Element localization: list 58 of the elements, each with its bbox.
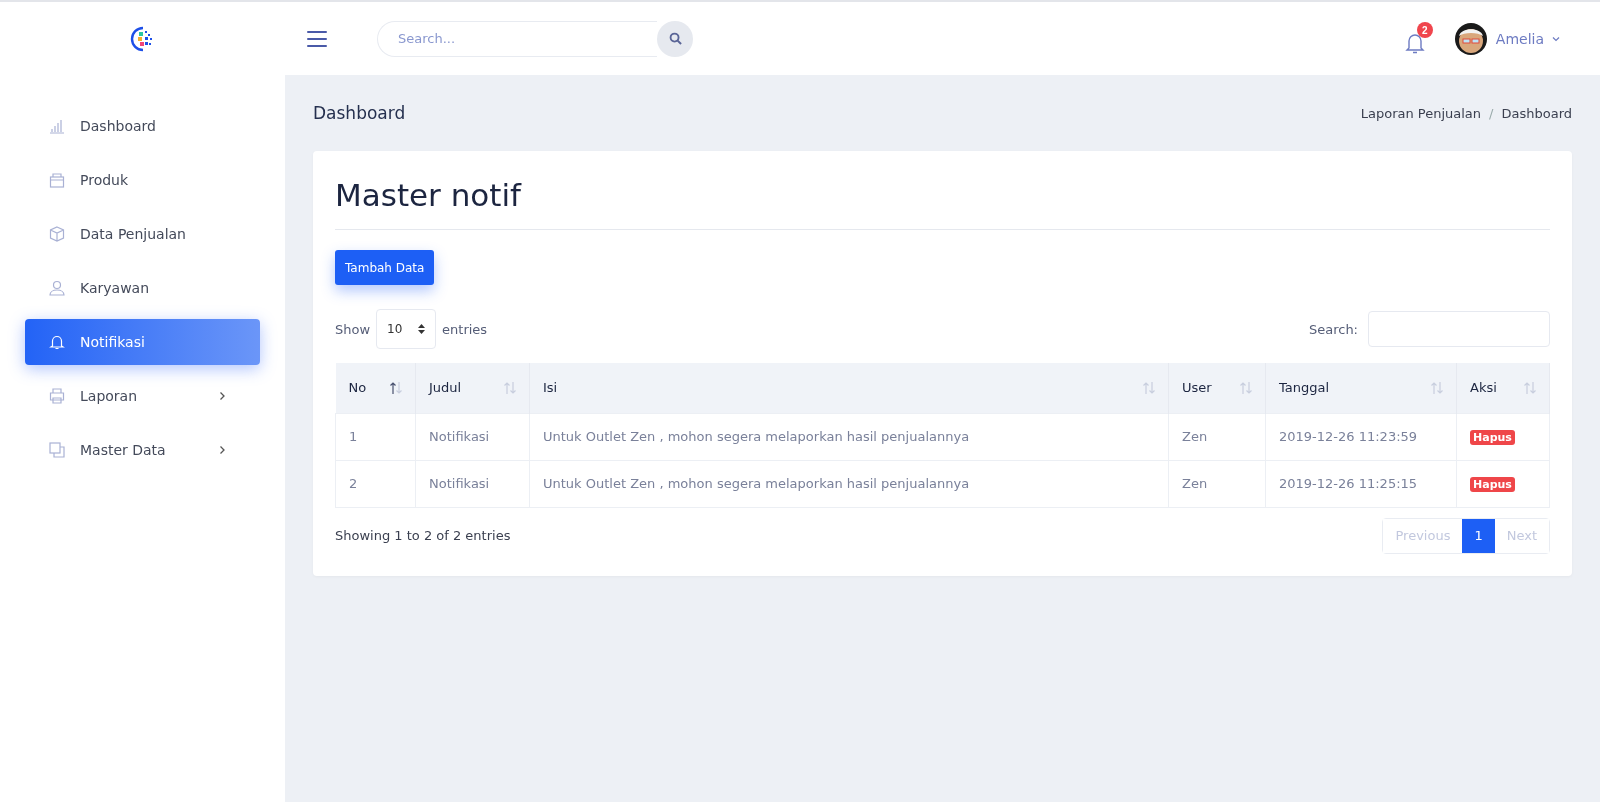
sidebar-item[interactable]: Karyawan — [25, 265, 260, 311]
sidebar-item[interactable]: Produk — [25, 157, 260, 203]
sidebar-item[interactable]: Data Penjualan — [25, 211, 260, 257]
notifications-button[interactable]: 2 — [1403, 22, 1433, 55]
breadcrumb-link[interactable]: Laporan Penjualan — [1360, 105, 1482, 121]
notification-count-badge: 2 — [1416, 22, 1433, 38]
search-button[interactable] — [657, 20, 693, 57]
table-cell: Notifikasi — [415, 413, 530, 460]
column-header[interactable]: Aksi — [1456, 363, 1550, 413]
user-menu-button[interactable]: Amelia — [1453, 21, 1560, 56]
column-header[interactable]: User — [1168, 363, 1266, 413]
box-icon — [49, 226, 65, 242]
column-header[interactable]: Judul — [415, 363, 530, 413]
table-cell: 1 — [335, 413, 416, 460]
table-cell: Zen — [1168, 460, 1266, 507]
page-title: Dashboard — [313, 103, 406, 123]
sidebar-item[interactable]: Notifikasi — [25, 319, 260, 365]
bar-chart-icon — [49, 118, 65, 134]
menu-button[interactable] — [307, 30, 327, 47]
breadcrumb-link[interactable]: Dashboard — [1501, 105, 1572, 121]
page-button[interactable]: 1 — [1462, 518, 1495, 553]
delete-button[interactable]: Hapus — [1470, 476, 1515, 492]
search-field[interactable]: Search... — [377, 20, 657, 57]
column-header[interactable]: Tanggal — [1265, 363, 1457, 413]
search-label: Search: — [1308, 321, 1358, 337]
table-cell: Untuk Outlet Zen , mohon segera melaporkan hasil penjualannya — [529, 460, 1169, 507]
table-cell: Notifikasi — [415, 460, 530, 507]
card-title: Master notif — [335, 177, 1550, 230]
table-cell: 2019-12-26 11:25:15 — [1265, 460, 1457, 507]
search-icon — [668, 32, 682, 45]
sidebar-item[interactable]: Master Data — [25, 427, 260, 473]
sort-caret-icon — [418, 324, 426, 334]
table-cell: Zen — [1168, 413, 1266, 460]
user-icon — [49, 280, 65, 296]
breadcrumb-separator: / — [1489, 105, 1494, 121]
delete-button[interactable]: Hapus — [1470, 429, 1515, 445]
table-cell: Untuk Outlet Zen , mohon segera melaporkan hasil penjualannya — [529, 413, 1169, 460]
entries-label: entries — [442, 321, 488, 337]
column-header[interactable]: No — [335, 363, 416, 413]
printer-icon — [49, 388, 65, 404]
sidebar-item[interactable]: Dashboard — [25, 103, 260, 149]
avatar-icon — [1453, 21, 1488, 56]
sidebar-item[interactable]: Laporan — [25, 373, 260, 419]
chevron-right-icon — [219, 445, 226, 455]
bag-icon — [49, 172, 65, 188]
add-data-button[interactable]: Tambah Data — [335, 250, 435, 285]
chevron-right-icon — [219, 391, 226, 401]
copy-icon — [49, 442, 65, 458]
table-search-field[interactable] — [1368, 311, 1550, 347]
show-label: Show — [335, 321, 371, 337]
column-header[interactable]: Isi — [529, 363, 1169, 413]
sort-arrows-icon[interactable] — [389, 380, 403, 395]
table-cell: 2019-12-26 11:23:59 — [1265, 413, 1457, 460]
table-info: Showing 1 to 2 of 2 entries — [335, 528, 511, 543]
bell-icon — [49, 334, 65, 350]
entries-select[interactable]: 10 — [376, 309, 437, 349]
chevron-down-icon — [1552, 35, 1560, 42]
table-cell: 2 — [335, 460, 416, 507]
